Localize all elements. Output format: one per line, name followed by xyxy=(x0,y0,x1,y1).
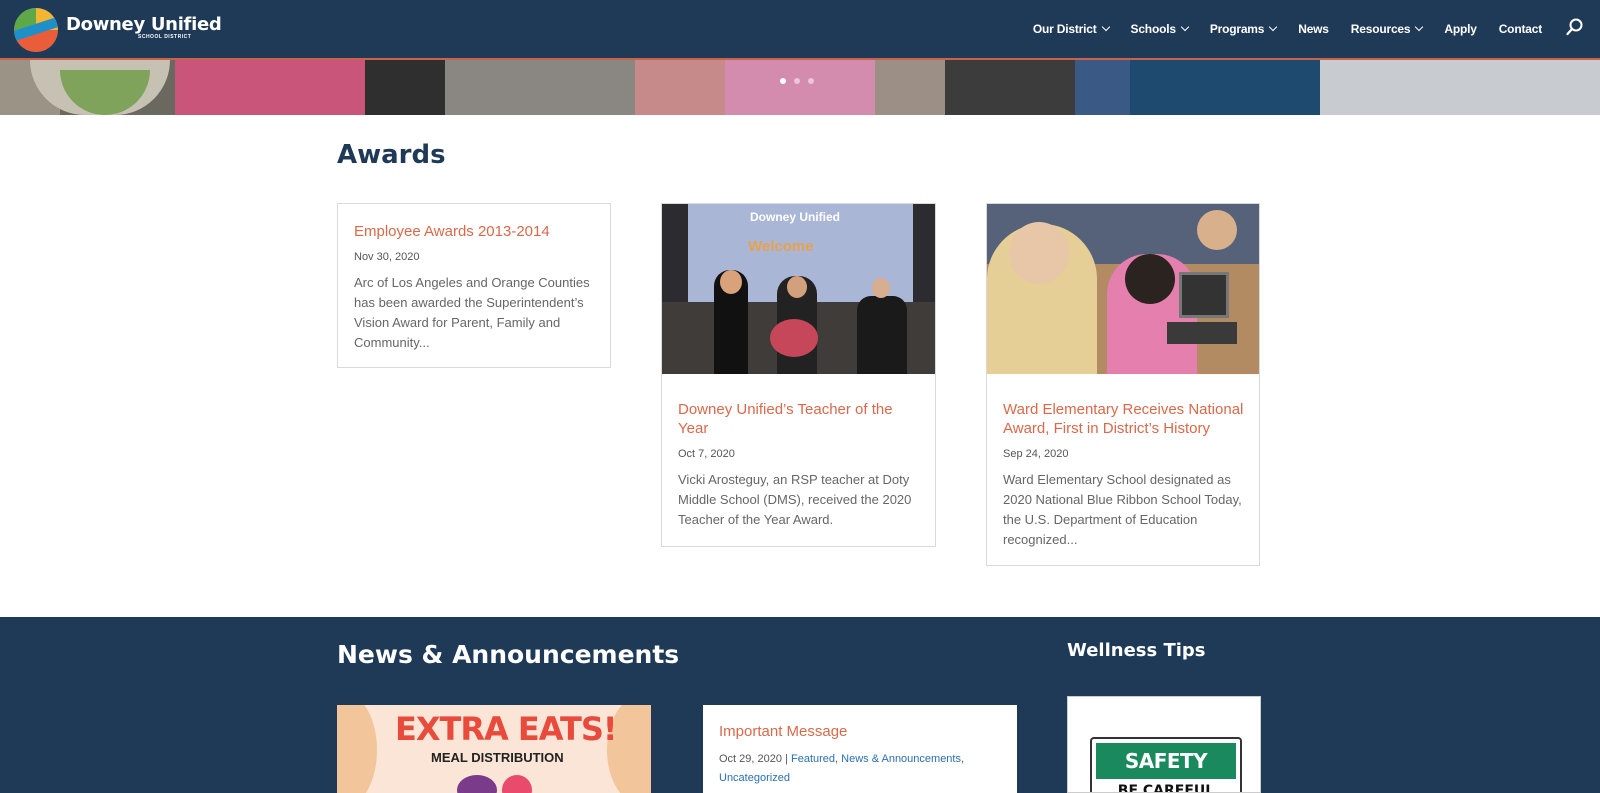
news-post-title[interactable]: Important Message xyxy=(719,723,1001,740)
category-link-news-announcements[interactable]: News & Announcements xyxy=(841,753,961,765)
nav-item-label: Resources xyxy=(1350,22,1411,36)
brand-name[interactable]: Downey Unified xyxy=(66,14,222,35)
slider-dot-1[interactable] xyxy=(780,78,786,84)
chevron-down-icon xyxy=(1180,22,1190,32)
nav-item-label: Our District xyxy=(1032,22,1097,36)
promo-headline: EXTRA EATS! xyxy=(395,710,618,748)
news-promo-image[interactable]: EXTRA EATS! MEAL DISTRIBUTION xyxy=(337,705,651,793)
news-heading: News & Announcements xyxy=(337,640,680,669)
sign-top-text: SAFETY FIRST xyxy=(1096,743,1236,792)
award-card: Employee Awards 2013-2014 Nov 30, 2020 A… xyxy=(337,203,611,368)
awards-heading: Awards xyxy=(337,140,446,170)
nav-item-label: Programs xyxy=(1209,22,1265,36)
award-card-title[interactable]: Ward Elementary Receives National Award,… xyxy=(1003,400,1245,438)
screen-welcome-text: Welcome xyxy=(748,238,814,255)
nav-item-label: News xyxy=(1298,22,1329,36)
nav-item-label: Schools xyxy=(1130,22,1176,36)
chevron-down-icon xyxy=(1101,22,1110,32)
news-post-card: Important Message Oct 29, 2020 | Feature… xyxy=(703,705,1017,793)
nav-item-news[interactable]: News xyxy=(1298,22,1329,36)
news-post-date: Oct 29, 2020 xyxy=(719,753,782,765)
category-link-featured[interactable]: Featured xyxy=(791,753,835,765)
nav-item-label: Apply xyxy=(1444,22,1477,36)
award-card-excerpt: Ward Elementary School designated as 202… xyxy=(1003,472,1242,547)
award-card-image[interactable]: Downey Unified Welcome xyxy=(662,204,935,374)
nav-item-contact[interactable]: Contact xyxy=(1499,22,1542,36)
award-card: Downey Unified Welcome Downey Unified’s … xyxy=(661,203,936,547)
promo-subtitle: MEAL DISTRIBUTION xyxy=(431,750,564,765)
safety-sign: SAFETY FIRST BE CAREFUL xyxy=(1090,737,1242,793)
award-card: Ward Elementary Receives National Award,… xyxy=(986,203,1260,566)
slider-dot-3[interactable] xyxy=(808,78,814,84)
award-card-date: Sep 24, 2020 xyxy=(1003,448,1069,460)
chevron-down-icon xyxy=(1415,22,1424,32)
nav-item-resources[interactable]: Resources xyxy=(1350,22,1424,36)
award-card-excerpt: Vicki Arosteguy, an RSP teacher at Doty … xyxy=(678,472,912,527)
category-link-uncategorized[interactable]: Uncategorized xyxy=(719,772,790,784)
screen-logo-text: Downey Unified xyxy=(750,210,841,224)
sign-bottom-text: BE CAREFUL xyxy=(1117,783,1215,793)
site-header: Downey Unified SCHOOL DISTRICT Our Distr… xyxy=(0,0,1600,60)
nav-item-schools[interactable]: Schools xyxy=(1130,22,1190,36)
slider-dot-2[interactable] xyxy=(794,78,800,84)
nav-item-label: Contact xyxy=(1498,22,1542,36)
award-card-title[interactable]: Employee Awards 2013-2014 xyxy=(354,222,596,241)
award-card-image[interactable] xyxy=(987,204,1259,374)
brand-subtitle: SCHOOL DISTRICT xyxy=(138,34,192,40)
district-logo-icon[interactable] xyxy=(14,8,58,52)
nav-item-programs[interactable]: Programs xyxy=(1209,22,1278,36)
main-nav: Our District Schools Programs News Resou… xyxy=(1033,0,1542,58)
award-card-excerpt: Arc of Los Angeles and Orange Counties h… xyxy=(354,275,590,350)
search-icon[interactable] xyxy=(1566,18,1584,36)
meta-separator: | xyxy=(782,753,791,765)
nav-item-apply[interactable]: Apply xyxy=(1444,22,1477,36)
news-post-meta: Oct 29, 2020 | Featured, News & Announce… xyxy=(719,753,965,784)
award-card-title[interactable]: Downey Unified’s Teacher of the Year xyxy=(678,400,921,438)
nav-item-our-district[interactable]: Our District xyxy=(1032,22,1110,36)
slider-dots xyxy=(780,78,814,84)
wellness-image[interactable]: SAFETY FIRST BE CAREFUL xyxy=(1067,696,1261,793)
award-card-date: Nov 30, 2020 xyxy=(354,251,420,263)
hero-slider xyxy=(0,60,1600,115)
chevron-down-icon xyxy=(1268,22,1278,32)
award-card-date: Oct 7, 2020 xyxy=(678,448,735,460)
wellness-heading: Wellness Tips xyxy=(1067,640,1206,661)
